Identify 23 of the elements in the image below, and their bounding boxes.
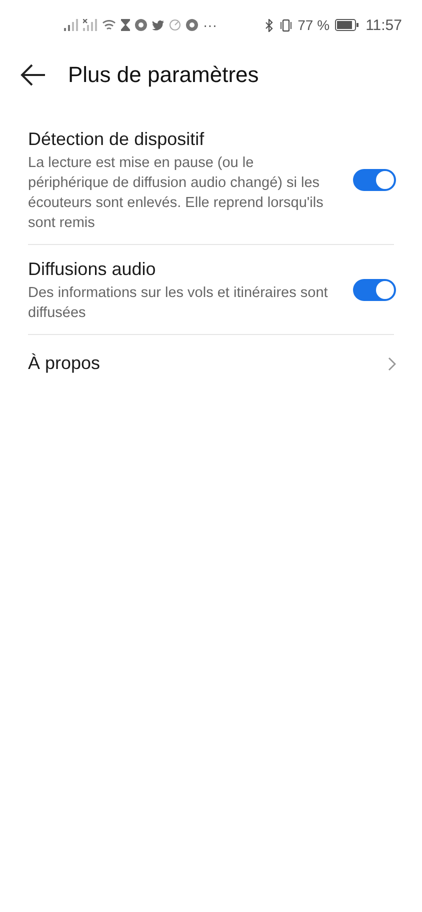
bluetooth-icon [264, 18, 274, 32]
gauge-icon [169, 19, 181, 31]
clock: 11:57 [366, 16, 402, 34]
hourglass-icon [121, 19, 130, 31]
setting-description: Des informations sur les vols et itinéraires sont diffusées [28, 284, 329, 323]
toggle-switch[interactable] [353, 279, 396, 301]
wifi-icon [102, 19, 116, 31]
signal-icon [83, 19, 97, 31]
setting-title: Diffusions audio [28, 258, 157, 281]
setting-title: Détection de dispositif [28, 128, 206, 151]
page-title: Plus de paramètres [68, 62, 259, 88]
battery-percentage: 77 % [298, 17, 330, 33]
toggle-switch[interactable] [353, 169, 396, 191]
vibrate-icon [278, 18, 293, 32]
about-item[interactable]: À propos [28, 335, 396, 391]
browser-icon [135, 19, 147, 31]
setting-description: La lecture est mise en pause (ou le périphérique de diffusion audio changé) si les écouteurs sont enlevés. Elle reprend lorsqu'ils sont remis [28, 154, 324, 233]
more-notifications: ··· [203, 17, 217, 33]
battery-icon [334, 19, 359, 31]
signal-icon [64, 19, 78, 31]
bird-icon [152, 20, 164, 30]
browser-icon [186, 19, 198, 31]
chevron-right-icon [388, 357, 396, 371]
